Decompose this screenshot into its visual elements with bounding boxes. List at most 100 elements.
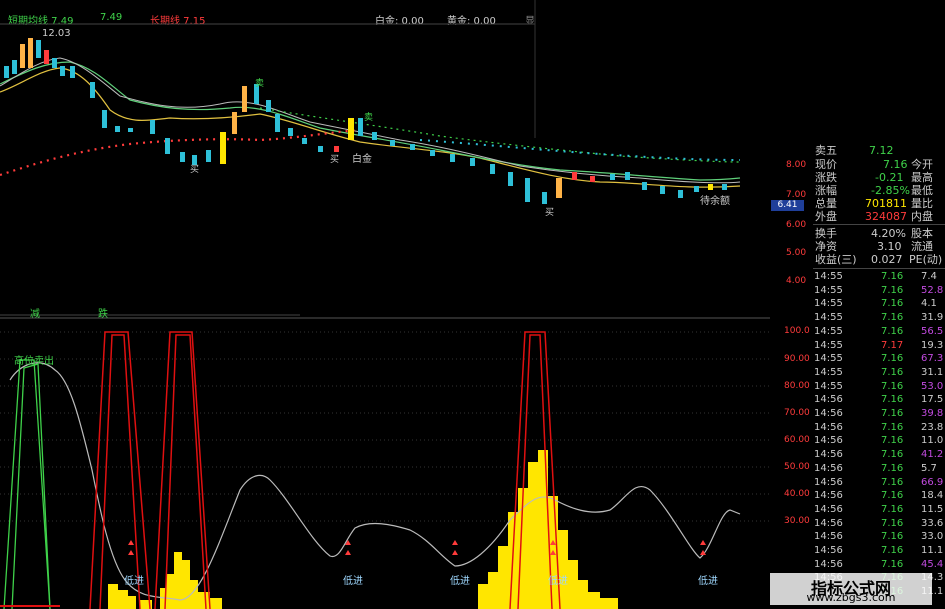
high-price-label: 12.03	[42, 28, 71, 39]
trade-time: 14:56	[814, 558, 843, 570]
trade-price: 7.16	[881, 312, 904, 324]
trade-price: 7.16	[881, 298, 904, 310]
indicator-yellow-bars	[108, 450, 618, 609]
trade-row: 14:56 7.16 39.8	[813, 408, 945, 420]
trade-row: 14:56 7.16 11.5	[813, 504, 945, 516]
price-tick: 8.00	[786, 160, 807, 170]
trade-time: 14:55	[814, 325, 843, 337]
trade-row: 14:56 7.16 41.2	[813, 449, 945, 461]
trade-volume: 39.8	[921, 408, 944, 419]
price-axis: 8.00 7.00 6.00 5.00 4.00	[772, 140, 812, 310]
trade-row: 14:56 7.16 11.1	[813, 545, 945, 557]
trade-row: 14:55 7.16 31.1	[813, 367, 945, 379]
trade-price: 7.16	[881, 421, 904, 433]
trade-time: 14:55	[814, 298, 843, 310]
trade-time: 14:55	[814, 284, 843, 296]
trade-row: 14:55 7.16 31.9	[813, 312, 945, 324]
trade-row: 14:55 7.16 7.4	[813, 271, 945, 283]
trade-price: 7.16	[881, 449, 904, 461]
buy-mark-2: 买	[330, 155, 340, 165]
trade-time: 14:56	[814, 490, 843, 502]
trade-price: 7.16	[881, 503, 904, 515]
trade-row: 14:56 7.16 33.0	[813, 531, 945, 543]
trade-price: 7.16	[881, 380, 904, 392]
trade-row: 14:55 7.16 52.8	[813, 285, 945, 297]
trade-volume: 67.3	[921, 353, 944, 365]
sell5-label: 卖五	[815, 144, 837, 157]
trade-time: 14:56	[814, 408, 843, 419]
trade-volume: 33.6	[921, 517, 944, 529]
price-tick: 6.00	[786, 220, 807, 230]
trade-row: 14:55 7.16 53.0	[813, 381, 945, 393]
low-buy-label: 低进	[343, 576, 363, 587]
trade-volume: 17.5	[921, 394, 944, 406]
quote-value: 0.027	[871, 253, 903, 266]
trade-row: 14:56 7.16 17.5	[813, 394, 945, 406]
waiting-label: 待余额	[700, 196, 730, 207]
trade-volume: 11.5	[921, 503, 944, 515]
buy-mark: 买	[190, 165, 200, 175]
ma-line-yellow	[0, 67, 741, 188]
indicator-tick: 30.00	[784, 516, 810, 526]
trade-volume: 52.8	[921, 284, 944, 296]
trade-price: 7.16	[881, 545, 904, 556]
trade-time: 14:56	[814, 421, 843, 433]
indicator-top-label: 减	[30, 309, 40, 320]
indicator-tick: 40.00	[784, 489, 810, 499]
sell-signal-label: 高位卖出	[14, 356, 54, 367]
quote-right-label: 内盘	[911, 210, 933, 223]
trade-volume: 56.5	[921, 325, 944, 337]
trade-price: 7.16	[881, 531, 904, 543]
trade-volume: 7.4	[921, 271, 937, 282]
trade-price: 7.16	[881, 353, 904, 365]
low-buy-label: 低进	[450, 576, 470, 587]
trade-price: 7.16	[881, 558, 904, 570]
trade-price: 7.16	[881, 517, 904, 529]
trade-price: 7.16	[881, 394, 904, 406]
trade-row: 14:56 7.16 5.7	[813, 463, 945, 475]
sell-mark: 卖	[255, 79, 265, 89]
trade-price: 7.16	[881, 325, 904, 337]
ma-dotted-cyan	[419, 139, 741, 161]
trade-time: 14:56	[814, 503, 843, 515]
white-gold-label: 白金	[352, 154, 372, 165]
trade-row: 14:55 7.16 67.3	[813, 353, 945, 365]
trade-time: 14:55	[814, 312, 843, 324]
trade-time: 14:55	[814, 271, 843, 282]
trade-volume: 66.9	[921, 476, 944, 488]
indicator-red-peaks	[89, 331, 561, 609]
trade-volume: 41.2	[921, 449, 944, 461]
trade-row: 14:56 7.16 18.4	[813, 490, 945, 502]
trade-row: 14:56 7.16 66.9	[813, 477, 945, 489]
trade-time: 14:55	[814, 366, 843, 378]
trade-volume: 11.0	[921, 435, 944, 447]
indicator-green-peaks	[3, 359, 51, 609]
trade-volume: 33.0	[921, 531, 944, 543]
trade-volume: 19.3	[921, 339, 944, 351]
indicator-tick: 100.0	[784, 326, 810, 336]
quote-right-label: PE(动)	[909, 253, 943, 266]
trade-volume: 11.1	[921, 545, 944, 556]
trade-time: 14:55	[814, 339, 843, 351]
indicator-top-label: 跌	[98, 309, 108, 320]
trade-time: 14:56	[814, 394, 843, 406]
trade-price: 7.16	[881, 476, 904, 488]
buy-mark-3: 买	[545, 208, 555, 218]
price-chart-canvas	[0, 0, 770, 609]
quote-row: 收益(三) 0.027 PE(动)	[813, 252, 945, 267]
stock-chart-window: { "topbar": { "left_label": "短期均线 7.49",…	[0, 0, 945, 609]
trade-price: 7.16	[881, 284, 904, 296]
trade-time: 14:56	[814, 476, 843, 488]
trade-volume: 53.0	[921, 380, 944, 392]
quote-label: 外盘	[815, 210, 837, 223]
watermark-url: www.zbgs3.com	[806, 591, 896, 604]
trade-time: 14:56	[814, 545, 843, 556]
trade-volume: 23.8	[921, 421, 944, 433]
trade-price: 7.16	[881, 462, 904, 474]
indicator-tick: 70.00	[784, 408, 810, 418]
indicator-tick: 80.00	[784, 381, 810, 391]
indicator-oscillator-line	[9, 362, 741, 601]
trade-price: 7.17	[881, 339, 904, 351]
trade-row: 14:56 7.16 45.4	[813, 559, 945, 571]
trade-time: 14:56	[814, 517, 843, 529]
